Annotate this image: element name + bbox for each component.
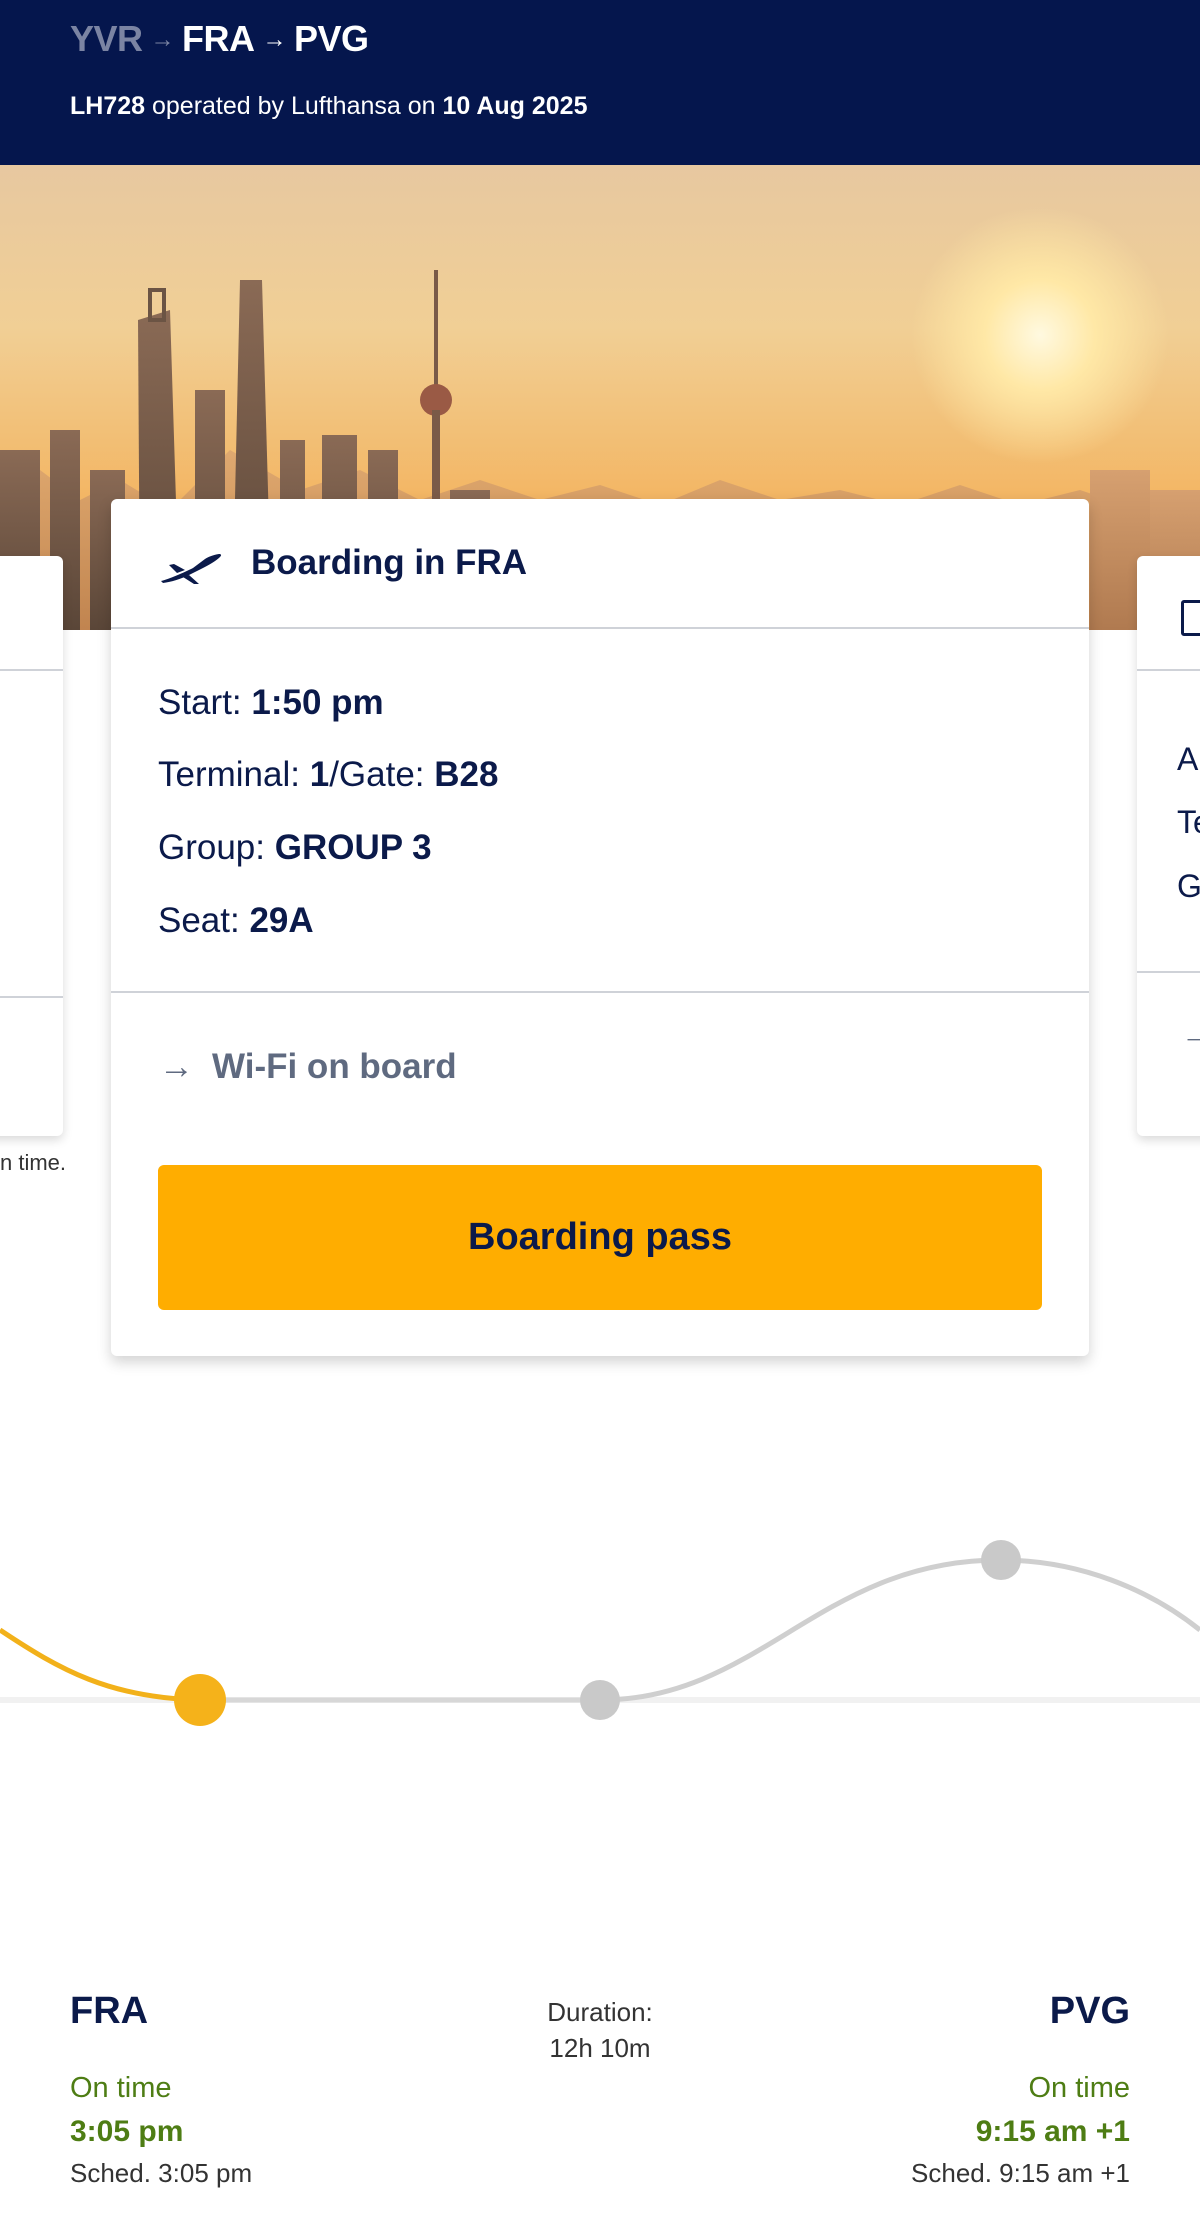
takeoff-marker — [580, 1680, 620, 1720]
next-card-text: G — [1177, 868, 1200, 904]
boarding-pass-button[interactable]: Boarding pass — [158, 1165, 1042, 1310]
origin-status: On time — [70, 2072, 172, 2104]
group-value: GROUP 3 — [274, 828, 432, 867]
route-destination: PVG — [294, 18, 369, 59]
next-card-text: A — [1177, 741, 1199, 777]
seat-row: Seat: 29A — [158, 901, 314, 941]
route-arrow-icon: → — [262, 26, 287, 53]
completed-path — [0, 1627, 201, 1703]
duration-value: 12h 10m — [549, 2033, 651, 2063]
boarding-card: Boarding in FRA Start: 1:50 pm Terminal:… — [111, 499, 1089, 1356]
seat-value: 29A — [249, 901, 314, 940]
header-bar: YVR → FRA → PVG LH728 operated by Lufthansa … — [0, 0, 1200, 165]
terminal-gate-row: Terminal: 1/Gate: B28 — [158, 755, 498, 795]
arrow-right-icon: → — [159, 1047, 194, 1086]
terminal-value: 1 — [309, 755, 330, 794]
cruise-marker — [981, 1540, 1021, 1580]
origin-scheduled: Sched. 3:05 pm — [70, 2158, 253, 2188]
flight-times: FRA On time 3:05 pm Sched. 3:05 pm Durat… — [0, 1980, 1200, 2220]
flight-date: 10 Aug 2025 — [442, 92, 588, 120]
route-origin: YVR — [70, 18, 143, 59]
gate-value: B28 — [434, 755, 499, 794]
current-position-marker — [174, 1674, 226, 1726]
gate-label: /Gate: — [329, 755, 435, 794]
origin-time: 3:05 pm — [70, 2115, 184, 2148]
terminal-label: Terminal: — [158, 755, 310, 794]
start-label: Start: — [158, 683, 252, 722]
previous-card-peek[interactable] — [0, 556, 63, 1136]
next-card-text: Te — [1177, 804, 1200, 840]
route-via: FRA — [182, 18, 255, 59]
route-arrow-icon: → — [150, 26, 175, 53]
boarding-details: Start: 1:50 pm Terminal: 1/Gate: B28 Gro… — [111, 629, 1089, 993]
previous-card-note: n time. — [0, 1150, 67, 1175]
origin-airport: FRA — [70, 1990, 149, 2032]
flight-arc — [599, 1557, 1200, 1703]
flight-subtitle: LH728 operated by Lufthansa on 10 Aug 20… — [70, 92, 587, 121]
flight-number: LH728 — [70, 92, 146, 120]
boarding-start-row: Start: 1:50 pm — [158, 683, 384, 723]
duration-label: Duration: — [547, 1997, 653, 2027]
flight-progress-track — [0, 1540, 1200, 1726]
wifi-on-board-link[interactable]: → Wi-Fi on board — [159, 1047, 457, 1087]
group-row: Group: GROUP 3 — [158, 828, 432, 868]
seat-label: Seat: — [158, 901, 250, 940]
next-card-peek[interactable]: A Te G → — [1137, 556, 1200, 1136]
boarding-card-header: Boarding in FRA — [111, 499, 1089, 629]
destination-scheduled: Sched. 9:15 am +1 — [911, 2158, 1130, 2188]
start-value: 1:50 pm — [251, 683, 384, 722]
destination-airport: PVG — [1049, 1990, 1130, 2032]
boarding-card-title: Boarding in FRA — [251, 543, 528, 582]
route: YVR → FRA → PVG — [70, 18, 369, 60]
divider — [0, 669, 63, 671]
divider — [1137, 669, 1200, 671]
airplane-icon — [161, 554, 222, 584]
document-icon — [1181, 600, 1200, 636]
destination-status: On time — [1028, 2072, 1130, 2104]
group-label: Group: — [158, 828, 275, 867]
divider — [1137, 971, 1200, 973]
wifi-link-label: Wi-Fi on board — [212, 1047, 457, 1086]
destination-time: 9:15 am +1 — [975, 2115, 1130, 2148]
duration: Duration: 12h 10m — [500, 1994, 700, 2066]
operated-text: operated by Lufthansa on — [145, 92, 443, 120]
arrow-right-icon: → — [1181, 1016, 1200, 1052]
divider — [0, 996, 63, 998]
